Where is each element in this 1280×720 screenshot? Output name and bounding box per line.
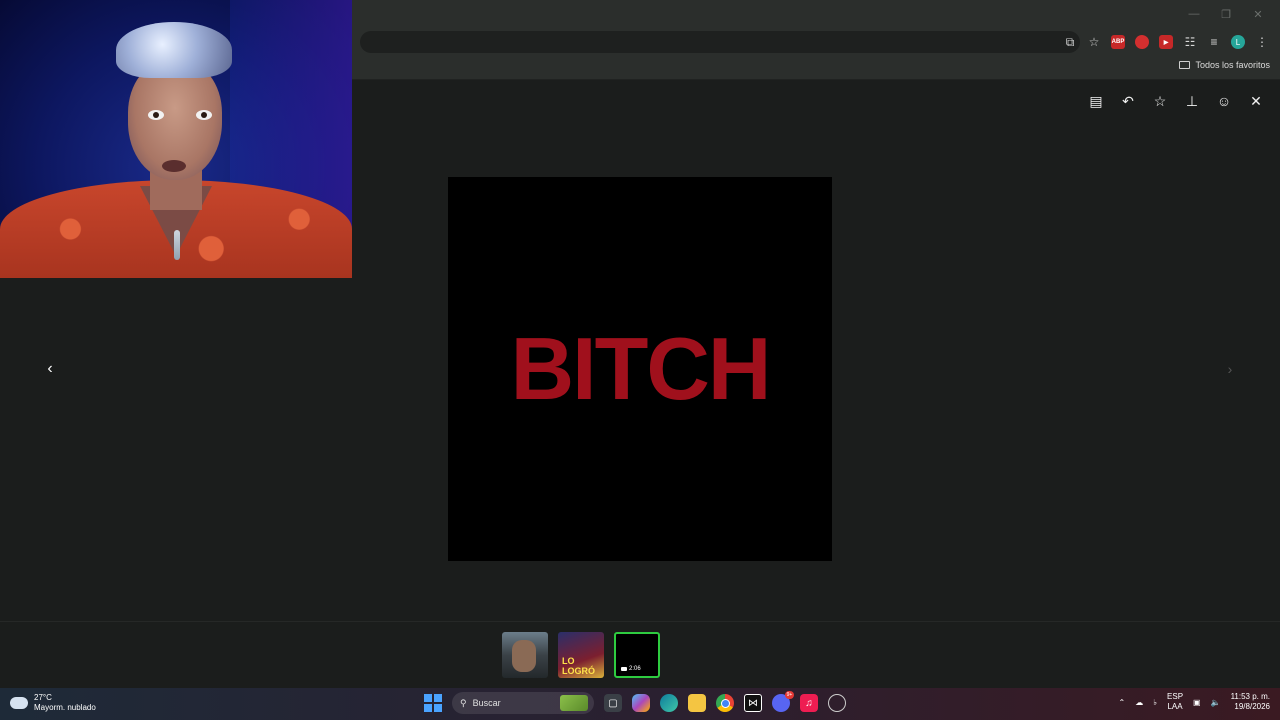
task-view-icon[interactable]: ▢ [604,694,622,712]
stop-extension-icon[interactable] [1132,32,1152,52]
close-icon[interactable]: ✕ [1246,91,1266,111]
weather-widget[interactable]: 27°C Mayorm. nublado [10,692,96,713]
thumbnail-strip: LO LOGRÓ 2:06 [0,621,1280,686]
media-text: BITCH [510,319,772,418]
language-indicator[interactable]: ESP LAA [1167,692,1183,712]
edge-icon[interactable] [660,694,678,712]
video-camera-icon [621,667,627,671]
capcut-icon[interactable]: ⋈ [744,694,762,712]
thumbnail-3-selected[interactable]: 2:06 [614,632,660,678]
copilot-icon[interactable] [632,694,650,712]
star-icon[interactable]: ☆ [1150,91,1170,111]
search-placeholder: Buscar [472,698,501,708]
search-icon: ⚲ [460,697,467,708]
microphone-icon[interactable]: ♭ [1153,698,1157,707]
media-control-icon[interactable]: ≡ [1204,32,1224,52]
maximize-icon[interactable]: ❐ [1210,4,1242,24]
address-bar[interactable] [360,31,1080,53]
caption-icon[interactable]: ▤ [1086,91,1106,111]
chevron-right-icon: › [1227,361,1233,377]
search-highlight-image [560,695,588,711]
install-app-icon[interactable]: ⧉ [1060,32,1080,52]
chevron-left-icon: ‹ [47,360,53,377]
thumbnail-2[interactable]: LO LOGRÓ [558,632,604,678]
weather-condition: Mayorm. nublado [34,703,96,712]
bookmark-star-icon[interactable]: ☆ [1084,32,1104,52]
video-duration: 2:06 [629,666,641,672]
windows-start-icon[interactable] [424,694,442,712]
weather-temp: 27°C [34,693,52,702]
screen: — ❐ ✕ ⧉ ☆ ABP ▶ ☷ ≡ L ⋮ Todos los favori… [0,0,1280,720]
taskbar-apps: ⚲ Buscar ▢ ⋈ 9+ ♫ [424,691,846,714]
webcam-overlay [0,0,352,278]
tiktok-icon[interactable]: ♫ [800,694,818,712]
display-icon[interactable]: ▣ [1193,698,1201,707]
adblock-extension-icon[interactable]: ABP [1108,32,1128,52]
next-media-button[interactable]: › [1218,357,1242,381]
window-controls: — ❐ ✕ [1178,4,1274,24]
close-window-icon[interactable]: ✕ [1242,4,1274,24]
volume-icon[interactable]: 🔈 [1211,698,1221,707]
clock-time: 11:53 p. m. [1230,692,1270,701]
clock[interactable]: 11:53 p. m. 19/8/2026 [1231,692,1270,712]
media-content[interactable]: BITCH [448,177,832,561]
partly-cloudy-icon [10,692,28,709]
folder-icon [1179,61,1191,69]
emoji-icon[interactable]: ☺ [1214,91,1234,111]
viewer-actions: ▤ ↶ ☆ ⊥ ☺ ✕ [1086,91,1266,111]
extensions-puzzle-icon[interactable]: ☷ [1180,32,1200,52]
reply-icon[interactable]: ↶ [1118,91,1138,111]
previous-media-button[interactable]: ‹ [38,357,62,381]
chrome-icon[interactable] [716,694,734,712]
thumbnail-2-text: LO LOGRÓ [562,656,595,676]
all-bookmarks-button[interactable]: Todos los favoritos [1179,60,1270,70]
app-icon[interactable] [828,694,846,712]
taskbar: 27°C Mayorm. nublado ⚲ Buscar ▢ ⋈ 9+ ♫ ⌃… [0,688,1280,720]
system-tray: ⌃ ☁ ♭ ESP LAA ▣ 🔈 11:53 p. m. 19/8/2026 [1119,692,1270,712]
pin-icon[interactable]: ⊥ [1182,91,1202,111]
taskbar-search[interactable]: ⚲ Buscar [452,692,594,714]
discord-badge: 9+ [785,691,794,699]
toolbar-icons: ⧉ ☆ ABP ▶ ☷ ≡ L ⋮ [1060,32,1272,52]
thumbnail-1[interactable] [502,632,548,678]
onedrive-icon[interactable]: ☁ [1135,698,1143,707]
discord-icon[interactable]: 9+ [772,691,794,712]
browser-menu-icon[interactable]: ⋮ [1252,32,1272,52]
video-extension-icon[interactable]: ▶ [1156,32,1176,52]
clock-date: 19/8/2026 [1234,702,1270,711]
profile-avatar[interactable]: L [1228,32,1248,52]
chevron-up-icon[interactable]: ⌃ [1119,698,1126,707]
all-bookmarks-label: Todos los favoritos [1195,60,1270,70]
minimize-icon[interactable]: — [1178,4,1210,24]
file-explorer-icon[interactable] [688,694,706,712]
